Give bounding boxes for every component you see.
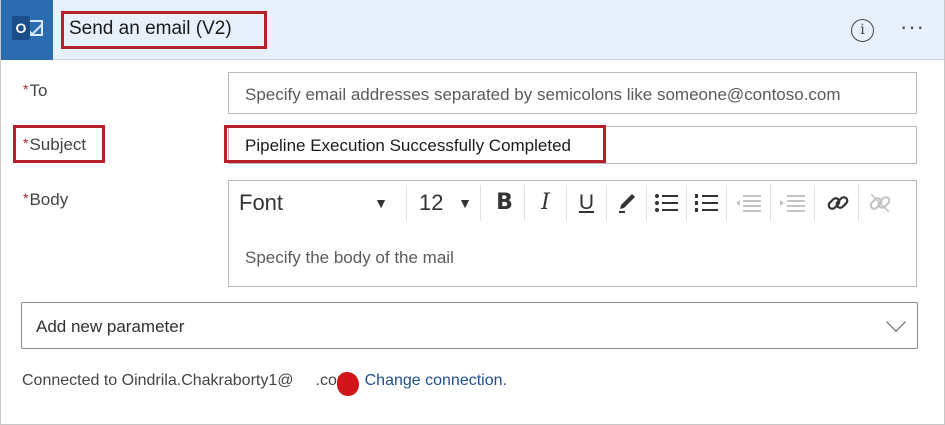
- pen-icon: [618, 194, 635, 213]
- card-title[interactable]: Send an email (V2): [69, 18, 232, 40]
- chevron-down-icon: [886, 312, 906, 332]
- change-connection-link[interactable]: Change connection.: [365, 372, 507, 389]
- bold-button[interactable]: B: [485, 185, 525, 221]
- numbered-list-icon: [694, 194, 718, 212]
- subject-value: Pipeline Execution Successfully Complete…: [245, 136, 572, 155]
- indent-icon: [779, 195, 805, 212]
- body-placeholder: Specify the body of the mail: [245, 248, 454, 267]
- info-icon[interactable]: i: [851, 19, 874, 42]
- email-action-card: O Send an email (V2) i ··· *To Specify e…: [0, 0, 945, 425]
- redaction-mark: [337, 372, 359, 396]
- font-size-select[interactable]: 12 ▼: [409, 185, 481, 221]
- connected-text: Connected to Oindrila.Chakraborty1@: [22, 372, 294, 389]
- highlight-pen-button[interactable]: [607, 185, 647, 221]
- increase-indent-button[interactable]: [771, 185, 815, 221]
- more-options-icon[interactable]: ···: [900, 14, 925, 40]
- body-editor[interactable]: Font ▼ 12 ▼ B I U Specify the body of th…: [228, 180, 917, 287]
- caret-down-icon: ▼: [458, 195, 472, 211]
- outlook-icon: O: [1, 0, 53, 60]
- unlink-icon: [869, 193, 891, 213]
- bullet-list-button[interactable]: [647, 185, 687, 221]
- insert-link-button[interactable]: [817, 185, 859, 221]
- italic-button[interactable]: I: [525, 185, 567, 221]
- add-parameter-label: Add new parameter: [36, 317, 185, 336]
- card-header[interactable]: O Send an email (V2) i ···: [1, 0, 944, 60]
- decrease-indent-button[interactable]: [727, 185, 771, 221]
- bullet-list-icon: [654, 194, 678, 212]
- add-parameter-dropdown[interactable]: Add new parameter: [21, 302, 918, 349]
- underline-button[interactable]: U: [567, 185, 607, 221]
- font-select[interactable]: Font ▼: [229, 185, 407, 221]
- connection-info: Connected to Oindrila.Chakraborty1@ .com.…: [22, 372, 507, 390]
- link-icon: [827, 196, 848, 210]
- outdent-icon: [735, 195, 761, 212]
- subject-label: *Subject: [23, 135, 87, 154]
- to-placeholder: Specify email addresses separated by sem…: [245, 85, 841, 104]
- to-field[interactable]: Specify email addresses separated by sem…: [228, 72, 917, 114]
- to-label: *To: [23, 81, 48, 100]
- remove-link-button[interactable]: [859, 185, 901, 221]
- caret-down-icon: ▼: [374, 195, 388, 211]
- format-toolbar: Font ▼ 12 ▼ B I U: [229, 181, 916, 226]
- numbered-list-button[interactable]: [687, 185, 727, 221]
- body-label: *Body: [23, 190, 69, 209]
